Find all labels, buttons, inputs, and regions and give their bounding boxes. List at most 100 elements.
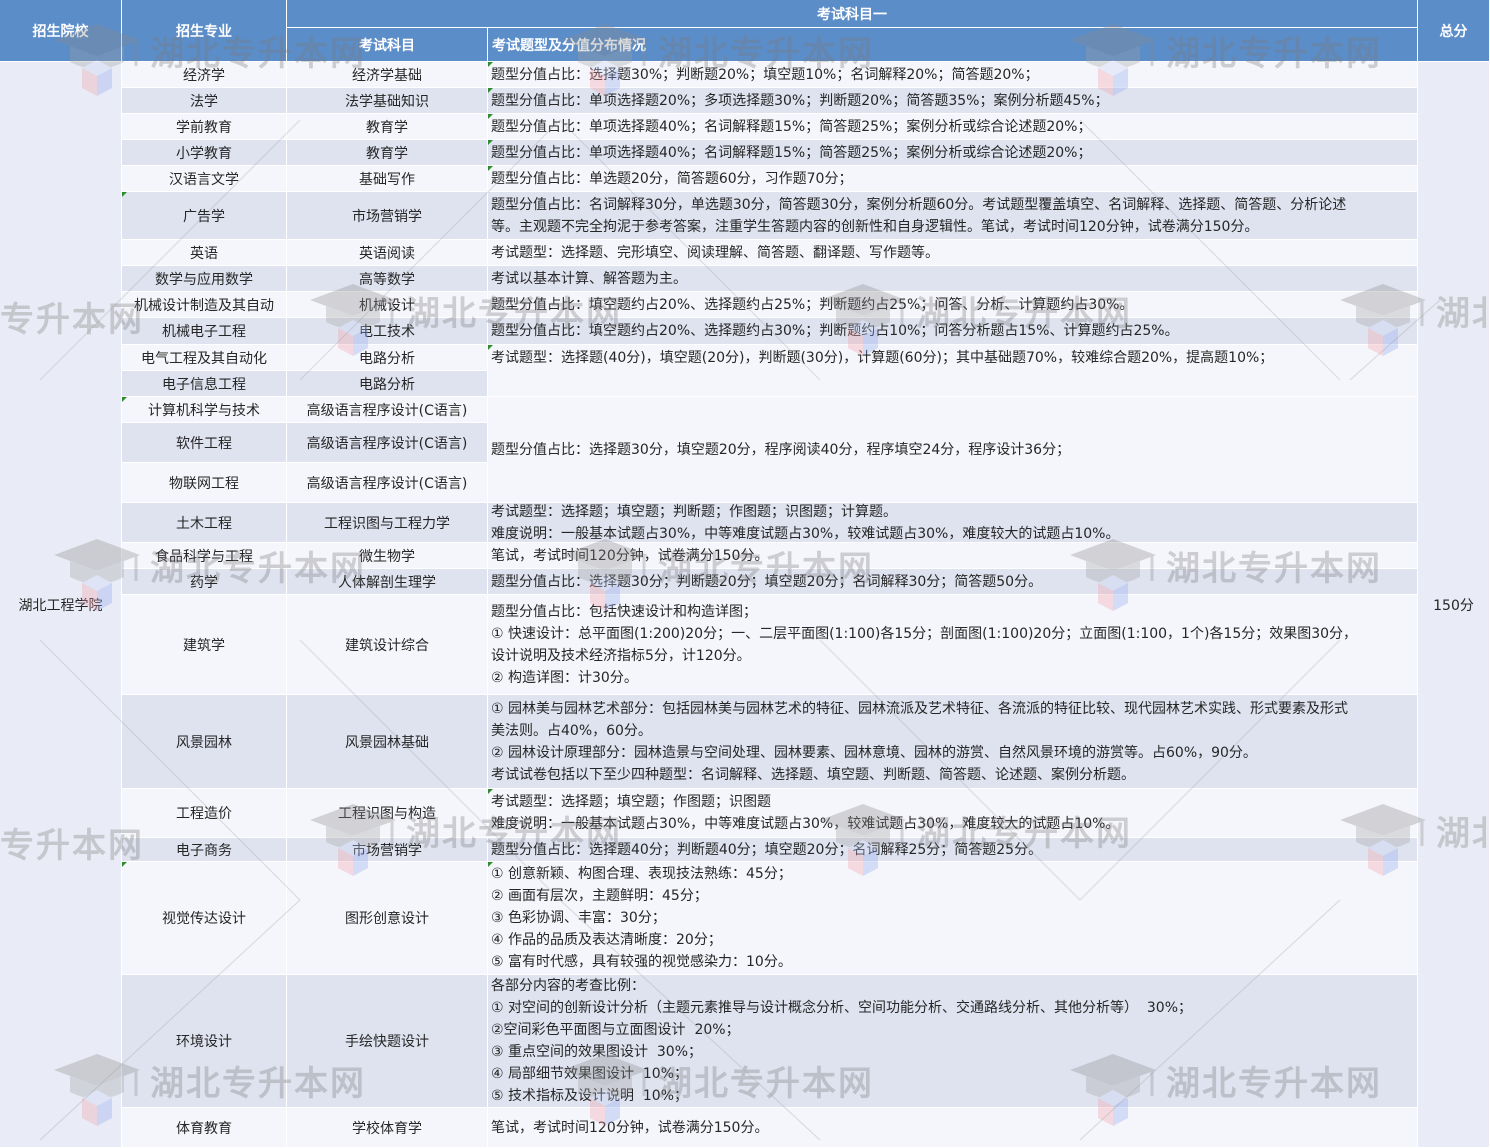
header-distribution: 考试题型及分值分布情况 bbox=[488, 28, 1418, 62]
major-cell: 电子信息工程 bbox=[122, 371, 287, 397]
subject-cell: 高等数学 bbox=[287, 266, 488, 292]
description-cell: 考试题型：选择题、完形填空、阅读理解、简答题、翻译题、写作题等。 bbox=[488, 240, 1418, 266]
subject-cell: 教育学 bbox=[287, 140, 488, 166]
comment-marker-icon bbox=[488, 88, 493, 93]
description-cell: 考试以基本计算、解答题为主。 bbox=[488, 266, 1418, 292]
description-line: 美法则。占40%，60分。 bbox=[491, 722, 652, 739]
subject-cell: 电路分析 bbox=[287, 345, 488, 371]
comment-marker-icon bbox=[122, 192, 127, 197]
description-line: 题型分值占比：单选题20分，简答题60分，习作题70分； bbox=[491, 170, 853, 187]
description-cell: 考试题型：选择题(40分)，填空题(20分)，判断题(30分)，计算题(60分)… bbox=[488, 345, 1418, 397]
comment-marker-icon bbox=[488, 166, 493, 171]
major-cell: 汉语言文学 bbox=[122, 166, 287, 192]
description-cell: 笔试，考试时间120分钟，试卷满分150分。 bbox=[488, 543, 1418, 569]
description-line: 题型分值占比：选择题30分，填空题20分，程序阅读40分，程序填空24分，程序设… bbox=[491, 441, 1071, 458]
description-line: 设计说明及技术经济指标5分，计120分。 bbox=[491, 647, 751, 664]
description-line: 题型分值占比：名词解释30分，单选题30分，简答题30分，案例分析题60分。考试… bbox=[491, 196, 1347, 213]
description-cell: ① 创意新颖、构图合理、表现技法熟练：45分； ② 画面有层次，主题鲜明：45分；… bbox=[488, 862, 1418, 975]
description-cell: 笔试，考试时间120分钟，试卷满分150分。 bbox=[488, 1108, 1418, 1148]
major-cell: 体育教育 bbox=[122, 1108, 287, 1148]
subject-cell: 建筑设计综合 bbox=[287, 595, 488, 695]
description-line: 题型分值占比：填空题约占20%、选择题约占25%；判断题约占25%；问答、分析、… bbox=[491, 296, 1134, 313]
description-cell: 题型分值占比：名词解释30分，单选题30分，简答题30分，案例分析题60分。考试… bbox=[488, 192, 1418, 240]
description-line: 考试以基本计算、解答题为主。 bbox=[491, 270, 687, 287]
major-cell: 电气工程及其自动化 bbox=[122, 345, 287, 371]
subject-cell: 电工技术 bbox=[287, 318, 488, 345]
major-cell: 法学 bbox=[122, 88, 287, 114]
description-cell: 题型分值占比：选择题30%；判断题20%；填空题10%；名词解释20%；简答题2… bbox=[488, 62, 1418, 88]
description-line: 笔试，考试时间120分钟，试卷满分150分。 bbox=[491, 1119, 769, 1136]
major-cell: 物联网工程 bbox=[122, 463, 287, 503]
description-line: ① 对空间的创新设计分析（主题元素推导与设计概念分析、空间功能分析、交通路线分析… bbox=[491, 1000, 1193, 1016]
major-cell: 土木工程 bbox=[122, 503, 287, 543]
description-line: ⑤ 富有时代感，具有较强的视觉感染力：10分。 bbox=[491, 954, 792, 970]
description-cell: 题型分值占比：单选题20分，简答题60分，习作题70分； bbox=[488, 166, 1418, 192]
description-line: 难度说明：一般基本试题占30%，中等难度试题占30%，较难试题占30%，难度较大… bbox=[491, 816, 1120, 832]
major-cell: 食品科学与工程 bbox=[122, 543, 287, 569]
comment-marker-icon bbox=[122, 397, 127, 402]
description-line: ②空间彩色平面图与立面图设计 20%； bbox=[491, 1022, 740, 1038]
description-line: 题型分值占比：单项选择题40%；名词解释题15%；简答题25%；案例分析或综合论… bbox=[491, 118, 1092, 135]
description-cell: 题型分值占比：单项选择题40%；名词解释题15%；简答题25%；案例分析或综合论… bbox=[488, 114, 1418, 140]
major-cell: 视觉传达设计 bbox=[122, 862, 287, 975]
description-cell: 考试题型：选择题；填空题；判断题；作图题；识图题；计算题。难度说明：一般基本试题… bbox=[488, 503, 1418, 543]
description-line: 考试题型：选择题、完形填空、阅读理解、简答题、翻译题、写作题等。 bbox=[491, 244, 939, 261]
major-cell: 电子商务 bbox=[122, 838, 287, 862]
comment-marker-icon bbox=[122, 862, 127, 867]
subject-cell: 市场营销学 bbox=[287, 838, 488, 862]
description-cell: ① 园林美与园林艺术部分：包括园林美与园林艺术的特征、园林流派及艺术特征、各流派… bbox=[488, 695, 1418, 789]
major-cell: 风景园林 bbox=[122, 695, 287, 789]
header-school: 招生院校 bbox=[0, 0, 122, 62]
description-line: ① 快速设计：总平面图(1:200)20分；一、二层平面图(1:100)各15分… bbox=[491, 625, 1358, 642]
subject-cell: 市场营销学 bbox=[287, 192, 488, 240]
subject-cell: 图形创意设计 bbox=[287, 862, 488, 975]
major-cell: 药学 bbox=[122, 569, 287, 595]
description-line: ⑤ 技术指标及设计说明 10%； bbox=[491, 1088, 689, 1104]
description-line: 题型分值占比：选择题40分；判断题40分；填空题20分；名词解释25分；简答题2… bbox=[491, 841, 1043, 858]
description-line: ② 画面有层次，主题鲜明：45分； bbox=[491, 888, 708, 904]
description-line: 题型分值占比：单项选择题20%；多项选择题30%；判断题20%；简答题35%；案… bbox=[491, 92, 1109, 109]
description-cell: 题型分值占比：选择题40分；判断题40分；填空题20分；名词解释25分；简答题2… bbox=[488, 838, 1418, 862]
description-line: 题型分值占比：选择题30%；判断题20%；填空题10%；名词解释20%；简答题2… bbox=[491, 66, 1039, 83]
major-cell: 计算机科学与技术 bbox=[122, 397, 287, 423]
subject-cell: 手绘快题设计 bbox=[287, 975, 488, 1108]
major-cell: 小学教育 bbox=[122, 140, 287, 166]
subject-cell: 机械设计 bbox=[287, 292, 488, 318]
major-cell: 经济学 bbox=[122, 62, 287, 88]
major-cell: 机械设计制造及其自动 bbox=[122, 292, 287, 318]
subject-cell: 高级语言程序设计(C语言) bbox=[287, 397, 488, 423]
description-cell: 题型分值占比：选择题30分，填空题20分，程序阅读40分，程序填空24分，程序设… bbox=[488, 397, 1418, 503]
major-cell: 建筑学 bbox=[122, 595, 287, 695]
header-total: 总分 bbox=[1418, 0, 1490, 62]
description-line: 难度说明：一般基本试题占30%，中等难度试题占30%，较难试题占30%，难度较大… bbox=[491, 525, 1120, 542]
major-cell: 广告学 bbox=[122, 192, 287, 240]
description-line: ③ 重点空间的效果图设计 30%； bbox=[491, 1044, 703, 1060]
subject-cell: 高级语言程序设计(C语言) bbox=[287, 463, 488, 503]
school-cell: 湖北工程学院 bbox=[0, 62, 122, 1148]
description-cell: 题型分值占比：选择题30分；判断题20分；填空题20分；名词解释30分；简答题5… bbox=[488, 569, 1418, 595]
description-line: 考试题型：选择题；填空题；作图题；识图题 bbox=[491, 794, 771, 810]
comment-marker-icon bbox=[488, 862, 493, 867]
description-line: 等。主观题不完全拘泥于参考答案，注重学生答题内容的创新性和自身逻辑性。笔试，考试… bbox=[491, 218, 1259, 235]
description-cell: 题型分值占比：单项选择题40%；名词解释题15%；简答题25%；案例分析或综合论… bbox=[488, 140, 1418, 166]
header-group: 考试科目一 bbox=[287, 0, 1418, 28]
comment-marker-icon bbox=[488, 789, 493, 794]
description-cell: 题型分值占比：单项选择题20%；多项选择题30%；判断题20%；简答题35%；案… bbox=[488, 88, 1418, 114]
comment-marker-icon bbox=[488, 114, 493, 119]
description-line: 考试题型：选择题；填空题；判断题；作图题；识图题；计算题。 bbox=[491, 503, 897, 520]
description-line: 题型分值占比：填空题约占20%、选择题约占30%；判断题约占10%；问答分析题占… bbox=[491, 323, 1179, 339]
subject-cell: 经济学基础 bbox=[287, 62, 488, 88]
description-cell: 题型分值占比：包括快速设计和构造详图； ① 快速设计：总平面图(1:200)20分… bbox=[488, 595, 1418, 695]
subject-cell: 风景园林基础 bbox=[287, 695, 488, 789]
description-line: ② 园林设计原理部分：园林造景与空间处理、园林要素、园林意境、园林的游赏、自然风… bbox=[491, 744, 1257, 761]
major-cell: 工程造价 bbox=[122, 789, 287, 838]
description-cell: 考试题型：选择题；填空题；作图题；识图题难度说明：一般基本试题占30%，中等难度… bbox=[488, 789, 1418, 838]
major-cell: 环境设计 bbox=[122, 975, 287, 1108]
description-line: 考试试卷包括以下至少四种题型：名词解释、选择题、填空题、判断题、简答题、论述题、… bbox=[491, 766, 1135, 783]
subject-cell: 法学基础知识 bbox=[287, 88, 488, 114]
subject-cell: 工程识图与构造 bbox=[287, 789, 488, 838]
subject-cell: 人体解剖生理学 bbox=[287, 569, 488, 595]
description-line: 题型分值占比：单项选择题40%；名词解释题15%；简答题25%；案例分析或综合论… bbox=[491, 144, 1092, 161]
description-line: 考试题型：选择题(40分)，填空题(20分)，判断题(30分)，计算题(60分)… bbox=[491, 350, 1274, 366]
major-cell: 数学与应用数学 bbox=[122, 266, 287, 292]
